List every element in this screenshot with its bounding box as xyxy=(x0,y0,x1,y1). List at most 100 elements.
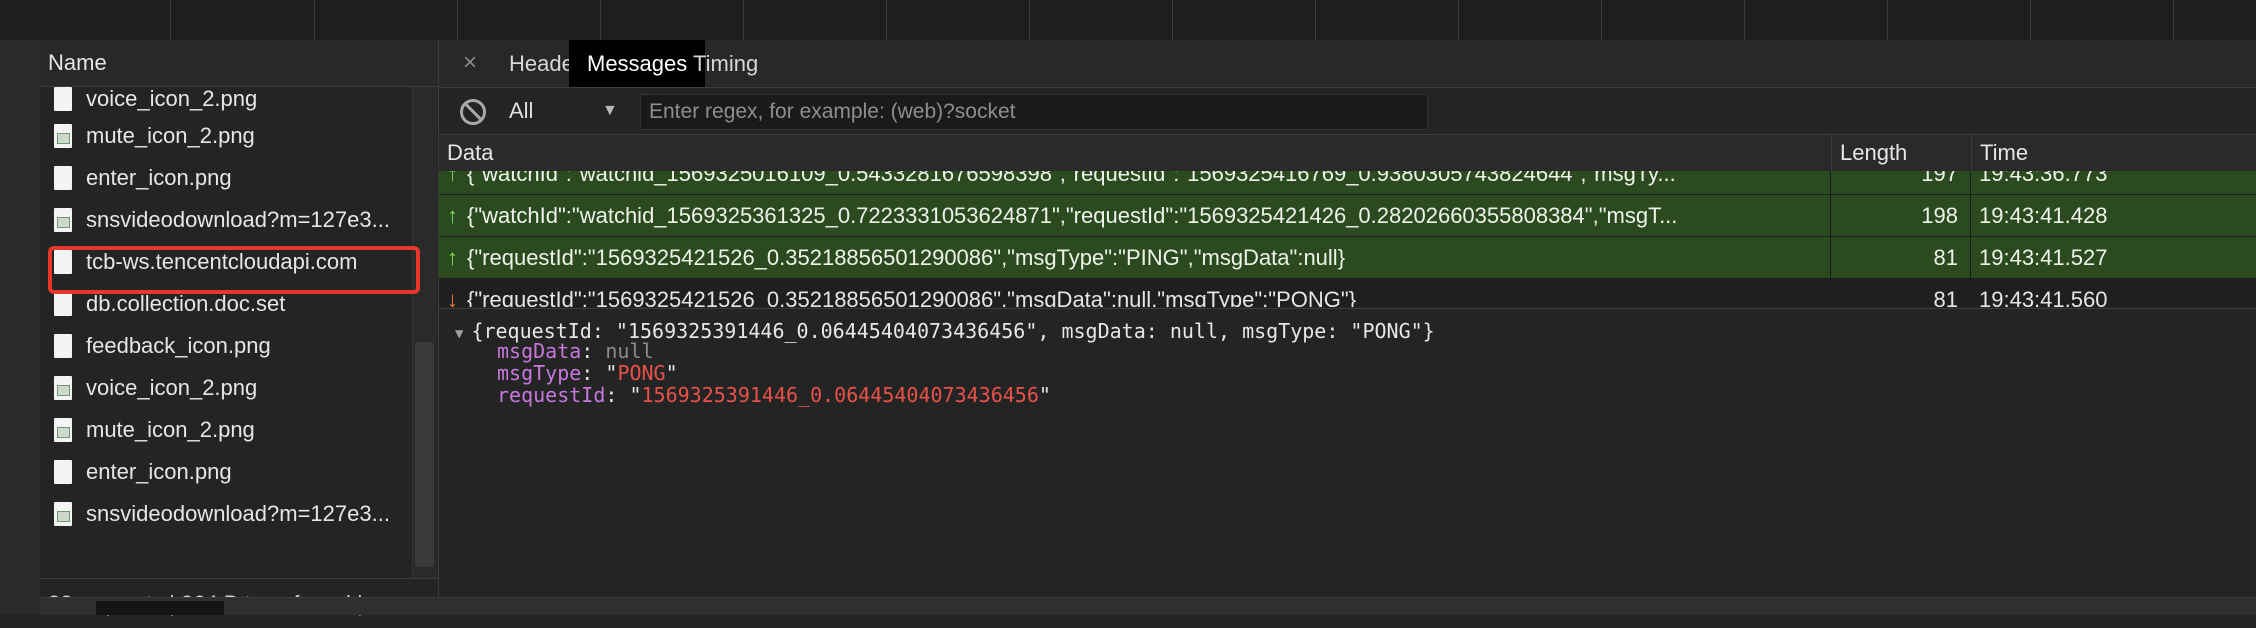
websocket-detail-panel: × Headers Messages Timing All ▼ Data Len… xyxy=(439,40,2256,599)
request-item-label: feedback_icon.png xyxy=(86,333,271,358)
document-file-icon xyxy=(54,166,72,190)
message-row[interactable]: ↑ {"watchId":"watchid_1569325361325_0.722… xyxy=(439,195,2256,237)
detail-tab-bar: × Headers Messages Timing xyxy=(439,40,2256,88)
image-file-icon xyxy=(54,124,72,148)
request-item-label: snsvideodownload?m=127e3... xyxy=(86,207,390,232)
received-arrow-icon: ↓ xyxy=(447,287,458,307)
message-data-text: {"requestId":"1569325421526_0.3521885650… xyxy=(467,287,1357,307)
message-time-cell: 19:43:41.560 xyxy=(1979,287,2108,307)
request-item[interactable]: feedback_icon.png xyxy=(40,325,412,367)
name-column-header[interactable]: Name xyxy=(40,40,438,87)
timeline-divider xyxy=(1744,0,1745,40)
left-gutter xyxy=(0,40,40,614)
request-item-label: enter_icon.png xyxy=(86,165,232,190)
sent-arrow-icon: ↑ xyxy=(447,171,458,186)
image-file-icon xyxy=(54,418,72,442)
request-item[interactable]: mute_icon_2.png xyxy=(40,409,412,451)
detail-property-msgData: msgData: null xyxy=(497,339,654,363)
message-time-cell: 19:43:41.428 xyxy=(1979,203,2108,228)
property-key: requestId xyxy=(497,383,606,407)
messages-table-header: Data Length Time xyxy=(439,135,2256,172)
request-list-scrollbar[interactable] xyxy=(412,87,437,585)
timeline-divider xyxy=(1887,0,1888,40)
message-time-cell: 19:43:36.773 xyxy=(1979,171,2108,186)
message-type-select[interactable]: All xyxy=(509,88,533,134)
message-time-cell: 19:43:41.527 xyxy=(1979,245,2108,270)
request-item[interactable]: enter_icon.png xyxy=(40,157,412,199)
document-file-icon xyxy=(54,334,72,358)
request-list: voice_icon_2.png mute_icon_2.png enter_ico… xyxy=(40,87,412,585)
message-filter-bar: All ▼ xyxy=(439,88,2256,135)
message-length-cell: 197 xyxy=(1831,171,1971,195)
request-item[interactable]: snsvideodownload?m=127e3... xyxy=(40,199,412,241)
expand-triangle-icon[interactable]: ▼ xyxy=(455,326,463,342)
message-row[interactable]: ↑ {"requestId":"1569325421526_0.352188565… xyxy=(439,237,2256,279)
image-file-icon xyxy=(54,502,72,526)
tab-timing[interactable]: Timing xyxy=(675,40,776,87)
document-file-icon xyxy=(54,460,72,484)
request-item[interactable]: snsvideodownload?m=127e3... xyxy=(40,493,412,535)
property-key: msgType xyxy=(497,361,582,385)
chevron-down-icon[interactable]: ▼ xyxy=(602,88,618,134)
clear-messages-icon[interactable] xyxy=(460,99,486,125)
property-value: 1569325391446_0.06445404073436456 xyxy=(641,383,1039,407)
document-file-icon xyxy=(54,292,72,316)
request-list-panel: Name voice_icon_2.png mute_icon_2.png ente… xyxy=(40,40,439,628)
sent-arrow-icon: ↑ xyxy=(447,203,458,228)
property-key: msgData xyxy=(497,339,582,363)
message-length-cell: 81 xyxy=(1831,237,1971,279)
message-data-cell: ↑ {"watchId":"watchid_1569325361325_0.722… xyxy=(439,195,1831,237)
timeline-divider xyxy=(2030,0,2031,40)
request-item[interactable]: voice_icon_2.png xyxy=(40,87,412,115)
timeline-divider xyxy=(2173,0,2174,40)
column-header-length[interactable]: Length xyxy=(1831,135,1971,171)
timeline-divider xyxy=(886,0,887,40)
request-item-label: snsvideodownload?m=127e3... xyxy=(86,501,390,526)
request-item-label: db.collection.doc.set xyxy=(86,291,286,316)
message-length-cell: 198 xyxy=(1831,195,1971,237)
detail-property-requestId: requestId: "1569325391446_0.064454040734… xyxy=(497,383,1051,407)
close-icon[interactable]: × xyxy=(455,48,485,78)
column-header-time[interactable]: Time xyxy=(1971,135,2256,171)
request-item-label: voice_icon_2.png xyxy=(86,87,258,111)
timeline-divider xyxy=(600,0,601,40)
message-data-text: {"watchId":"watchid_1569325361325_0.7223… xyxy=(467,203,1678,228)
message-detail-view: ▼ {requestId: "1569325391446_0.0644540407… xyxy=(439,308,2256,599)
detail-property-msgType: msgType: "PONG" xyxy=(497,361,678,385)
horizontal-scrollbar-thumb[interactable] xyxy=(96,601,224,615)
request-item-label: mute_icon_2.png xyxy=(86,123,255,148)
timeline-divider xyxy=(1315,0,1316,40)
timeline-divider xyxy=(457,0,458,40)
message-data-cell: ↑ {"watchId":"watchid_1569325016109_0.543… xyxy=(439,171,1831,195)
message-data-cell: ↓ {"requestId":"1569325421526_0.352188565… xyxy=(439,279,1831,307)
timeline-divider xyxy=(1029,0,1030,40)
request-item[interactable]: voice_icon_2.png xyxy=(40,367,412,409)
request-item-label: enter_icon.png xyxy=(86,459,232,484)
request-item[interactable]: mute_icon_2.png xyxy=(40,115,412,157)
request-item-label: voice_icon_2.png xyxy=(86,375,258,400)
document-file-icon xyxy=(54,87,72,111)
request-item-label: mute_icon_2.png xyxy=(86,417,255,442)
horizontal-scrollbar[interactable] xyxy=(40,597,2256,615)
message-data-cell: ↑ {"requestId":"1569325421526_0.352188565… xyxy=(439,237,1831,279)
timeline-divider xyxy=(314,0,315,40)
message-data-text: {"watchId":"watchid_1569325016109_0.5433… xyxy=(467,171,1676,186)
property-value: PONG xyxy=(617,361,666,385)
message-row[interactable]: ↓ {"requestId":"1569325421526_0.352188565… xyxy=(439,279,2256,307)
timeline-divider xyxy=(1601,0,1602,40)
message-row[interactable]: ↑ {"watchId":"watchid_1569325016109_0.543… xyxy=(439,171,2256,195)
timeline-divider xyxy=(1172,0,1173,40)
property-value: null xyxy=(605,339,654,363)
messages-table-body: ↑ {"watchId":"watchid_1569325016109_0.543… xyxy=(439,171,2256,307)
message-length-cell: 81 xyxy=(1831,279,1971,307)
top-timeline-strip xyxy=(0,0,2256,41)
timeline-divider xyxy=(170,0,171,40)
timeline-divider xyxy=(743,0,744,40)
image-file-icon xyxy=(54,376,72,400)
column-header-data[interactable]: Data xyxy=(439,135,1831,171)
regex-filter-input[interactable] xyxy=(640,94,1428,130)
timeline-divider xyxy=(1458,0,1459,40)
request-item[interactable]: enter_icon.png xyxy=(40,451,412,493)
sent-arrow-icon: ↑ xyxy=(447,245,458,270)
scrollbar-thumb[interactable] xyxy=(415,342,434,567)
